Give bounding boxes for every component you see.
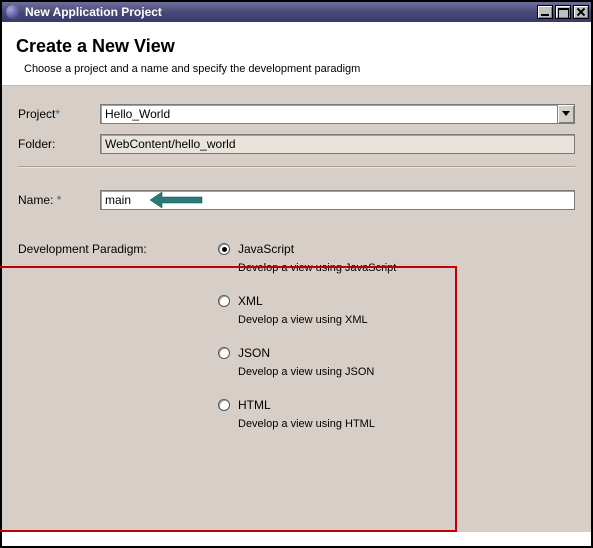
paradigm-option-javascript[interactable]: JavaScript Develop a view using JavaScri…	[218, 242, 575, 274]
radio-html[interactable]	[218, 399, 230, 411]
project-row: Project* Hello_World	[18, 104, 575, 124]
name-label: Name: *	[18, 193, 100, 207]
radio-xml[interactable]	[218, 295, 230, 307]
paradigm-option-html[interactable]: HTML Develop a view using HTML	[218, 398, 575, 430]
paradigm-option-json[interactable]: JSON Develop a view using JSON	[218, 346, 575, 378]
name-row: Name: * main	[18, 190, 575, 210]
required-mark: *	[57, 193, 62, 207]
radio-json[interactable]	[218, 347, 230, 359]
project-label: Project*	[18, 107, 100, 121]
paradigm-option-desc: Develop a view using HTML	[238, 418, 575, 430]
project-select[interactable]: Hello_World	[100, 104, 575, 124]
minimize-button[interactable]	[537, 5, 553, 19]
paradigm-option-label: JSON	[238, 346, 270, 360]
folder-value: WebContent/hello_world	[105, 137, 236, 151]
banner-description: Choose a project and a name and specify …	[16, 63, 577, 75]
paradigm-option-desc: Develop a view using JSON	[238, 366, 575, 378]
paradigm-option-desc: Develop a view using XML	[238, 314, 575, 326]
required-mark: *	[55, 107, 60, 121]
maximize-button[interactable]	[555, 5, 571, 19]
project-select-value: Hello_World	[105, 107, 557, 121]
window-title: New Application Project	[25, 5, 537, 19]
name-input-value: main	[105, 193, 131, 207]
development-paradigm-label: Development Paradigm:	[18, 242, 218, 430]
banner-heading: Create a New View	[16, 36, 577, 57]
paradigm-option-xml[interactable]: XML Develop a view using XML	[218, 294, 575, 326]
radio-javascript[interactable]	[218, 243, 230, 255]
paradigm-option-label: JavaScript	[238, 242, 294, 256]
paradigm-option-label: HTML	[238, 398, 271, 412]
chevron-down-icon[interactable]	[557, 105, 574, 123]
development-paradigm-section: Development Paradigm: JavaScript Develop…	[18, 242, 575, 430]
paradigm-option-desc: Develop a view using JavaScript	[238, 262, 575, 274]
close-button[interactable]	[573, 5, 589, 19]
paradigm-option-label: XML	[238, 294, 263, 308]
folder-field: WebContent/hello_world	[100, 134, 575, 154]
folder-row: Folder: WebContent/hello_world	[18, 134, 575, 154]
paradigm-options: JavaScript Develop a view using JavaScri…	[218, 242, 575, 430]
form-area: Project* Hello_World Folder: WebContent/…	[2, 86, 591, 532]
titlebar: New Application Project	[2, 2, 591, 22]
eclipse-icon	[6, 5, 20, 19]
divider	[18, 166, 575, 168]
name-input[interactable]: main	[100, 190, 575, 210]
wizard-banner: Create a New View Choose a project and a…	[2, 22, 591, 86]
folder-label: Folder:	[18, 137, 100, 151]
